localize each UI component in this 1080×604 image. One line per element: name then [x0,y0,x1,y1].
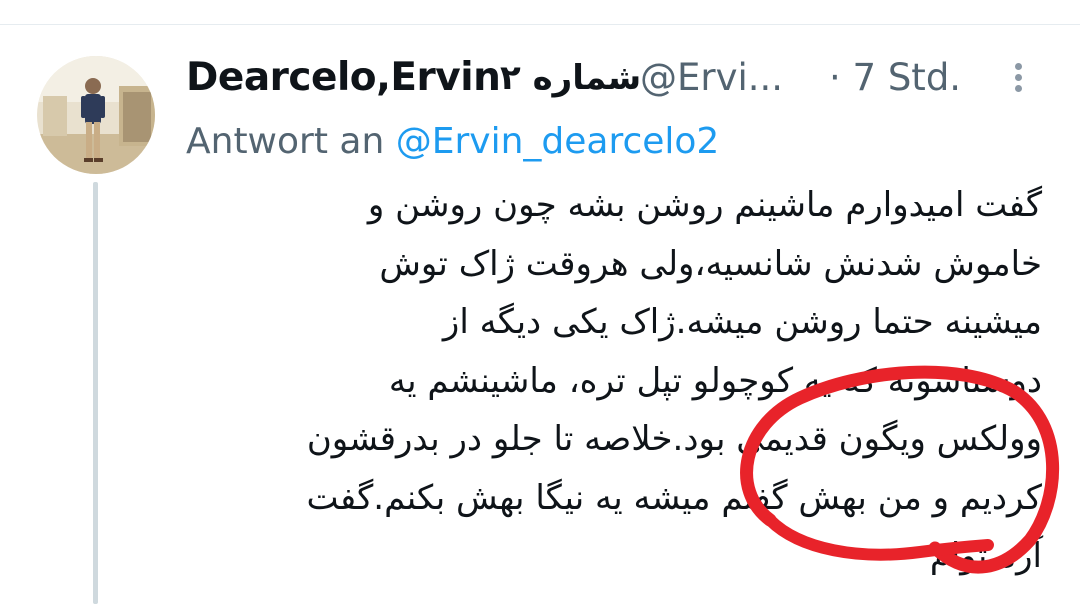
top-divider [0,24,1080,25]
tweet-text-line: خاموش شدنش شانسیه،ولی هروقت ژاک توش [379,243,1042,284]
more-options-button[interactable] [1004,60,1032,100]
thread-line [93,182,98,604]
avatar-photo-icon [37,56,155,174]
reply-context: Antwort an @Ervin_dearcelo2 [186,116,719,168]
reply-handle-link[interactable]: @Ervin_dearcelo2 [396,121,720,162]
tweet-timestamp[interactable]: · 7 Std. [829,52,961,104]
tweet-text: گفت امیدوارم ماشینم روشن بشه چون روشن و … [186,176,1042,586]
display-name-suffix[interactable]: شماره ۲ [500,52,641,104]
avatar[interactable] [37,56,155,174]
display-name[interactable]: Dearcelo,Ervin [186,52,501,104]
tweet-text-line: دوستاشونه که یه کوچولو تپل تره، ماشینشم … [388,360,1042,401]
user-handle[interactable]: @Ervi... [640,52,783,104]
tweet-text-line: میشینه حتما روشن میشه.ژاک یکی دیگه از [442,302,1042,342]
tweet-header: Dearcelo,Ervin شماره ۲ @Ervi... · 7 Std. [186,52,1046,104]
reply-prefix: Antwort an [186,121,396,162]
more-vertical-icon [1014,63,1022,70]
tweet-text-line: کردیم و من بهش گفتم میشه یه نیگا بهش بکن… [306,477,1042,518]
tweet-text-line: گفت امیدوارم ماشینم روشن بشه چون روشن و [367,185,1042,225]
tweet-text-line: وولکس ویگون قدیمی بود.خلاصه تا جلو در بد… [306,419,1042,459]
tweet-text-line: آره،توام [929,536,1042,576]
